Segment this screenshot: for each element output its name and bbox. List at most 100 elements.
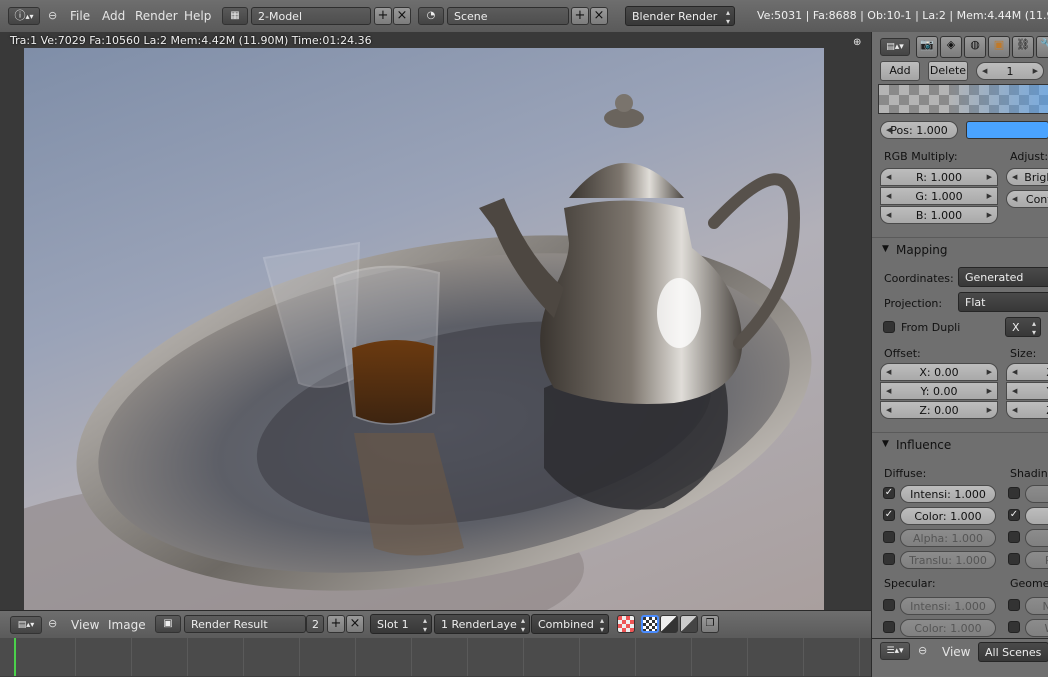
menu-help[interactable]: Help bbox=[184, 9, 211, 23]
diffuse-alpha-field[interactable]: Alpha: 1.000 bbox=[900, 529, 996, 547]
shading-ra-checkbox[interactable] bbox=[1008, 553, 1020, 565]
menu-add[interactable]: Add bbox=[102, 9, 125, 23]
menu-image[interactable]: Image bbox=[108, 618, 146, 632]
ramp-color-swatch[interactable] bbox=[966, 121, 1048, 139]
brightness-field[interactable]: ◀Bright bbox=[1006, 168, 1048, 186]
copy-image-icon[interactable]: ❐ bbox=[701, 615, 719, 633]
draw-alpha-icon[interactable] bbox=[641, 615, 659, 633]
diffuse-intensity-field[interactable]: Intensi: 1.000 bbox=[900, 485, 996, 503]
world-tab-icon[interactable]: ◍ bbox=[964, 36, 986, 58]
draw-zbuffer-icon[interactable] bbox=[660, 615, 678, 633]
coordinates-dropdown[interactable]: Generated bbox=[958, 267, 1048, 287]
geo-warp-field[interactable]: W bbox=[1025, 619, 1048, 637]
scene-field[interactable]: Scene bbox=[447, 7, 569, 25]
collapse-menu-icon[interactable]: ⊖ bbox=[48, 9, 57, 22]
adjust-label: Adjust: bbox=[1010, 150, 1048, 163]
from-dupli-checkbox[interactable] bbox=[883, 321, 895, 333]
object-tab-icon[interactable]: ▣ bbox=[988, 36, 1010, 58]
influence-section-header[interactable]: ▼ Influence bbox=[872, 432, 1048, 457]
spec-intensity-checkbox[interactable] bbox=[883, 599, 895, 611]
info-header: ⓘ▴▾ ⊖ File Add Render Help ▦ 2-Model + ×… bbox=[0, 0, 1048, 33]
decrement-arrow-icon[interactable]: ◀ bbox=[886, 122, 891, 139]
corner-widget-icon[interactable]: ⊕ bbox=[853, 37, 861, 48]
delete-screen-button[interactable]: × bbox=[393, 7, 411, 25]
increment-arrow-icon[interactable]: ▶ bbox=[1033, 63, 1038, 80]
size-x-field[interactable]: ◀X bbox=[1006, 363, 1048, 381]
menu-view[interactable]: View bbox=[942, 645, 970, 659]
spec-color-field[interactable]: Color: 1.000 bbox=[900, 619, 996, 637]
add-scene-button[interactable]: + bbox=[571, 7, 589, 25]
modifiers-tab-icon[interactable]: 🔧 bbox=[1036, 36, 1048, 58]
menu-view[interactable]: View bbox=[71, 618, 99, 632]
r-field[interactable]: ◀ R: 1.000 ▶ bbox=[880, 168, 998, 186]
offset-x-field[interactable]: ◀ X: 0.00 ▶ bbox=[880, 363, 998, 381]
unlink-image-button[interactable]: × bbox=[346, 615, 364, 633]
add-button[interactable]: Add bbox=[880, 61, 920, 81]
timeline-area[interactable] bbox=[0, 638, 871, 676]
slot-dropdown[interactable]: Slot 1 ▴ ▾ bbox=[370, 614, 432, 634]
shading-e-checkbox[interactable]: ✓ bbox=[1008, 509, 1020, 521]
editor-type-button[interactable]: ▤▴▾ bbox=[10, 616, 42, 634]
diffuse-intensity-checkbox[interactable]: ✓ bbox=[883, 487, 895, 499]
spec-color-checkbox[interactable] bbox=[883, 621, 895, 633]
new-image-button[interactable]: + bbox=[327, 615, 345, 633]
size-z-field[interactable]: ◀Z bbox=[1006, 401, 1048, 419]
render-tab-camera-icon[interactable]: 📷 bbox=[916, 36, 938, 58]
draw-rgb-icon[interactable] bbox=[680, 615, 698, 633]
menu-file[interactable]: File bbox=[70, 9, 90, 23]
projection-dropdown[interactable]: Flat bbox=[958, 292, 1048, 312]
expand-triangle-icon: ▼ bbox=[882, 439, 889, 449]
collapse-menu-icon[interactable]: ⊖ bbox=[918, 644, 927, 657]
axis-x-dropdown[interactable]: X ▴ ▾ bbox=[1005, 317, 1041, 337]
render-engine-dropdown[interactable]: Blender Render ▴ ▾ bbox=[625, 6, 735, 26]
diffuse-color-field[interactable]: Color: 1.000 bbox=[900, 507, 996, 525]
diffuse-color-checkbox[interactable]: ✓ bbox=[883, 509, 895, 521]
offset-y-field[interactable]: ◀ Y: 0.00 ▶ bbox=[880, 382, 998, 400]
add-screen-button[interactable]: + bbox=[374, 7, 392, 25]
geo-normal-field[interactable]: No bbox=[1025, 597, 1048, 615]
shading-ra-field[interactable]: Ra bbox=[1025, 551, 1048, 569]
shading-m-checkbox[interactable] bbox=[1008, 531, 1020, 543]
screen-layout-field[interactable]: 2-Model bbox=[251, 7, 371, 25]
delete-button[interactable]: Delete bbox=[928, 61, 968, 81]
size-y-field[interactable]: ◀Y bbox=[1006, 382, 1048, 400]
image-editor-area[interactable]: Tra:1 Ve:7029 Fa:10560 La:2 Mem:4.42M (1… bbox=[0, 32, 871, 610]
render-layer-dropdown[interactable]: 1 RenderLaye ▴ ▾ bbox=[434, 614, 530, 634]
diffuse-translu-checkbox[interactable] bbox=[883, 553, 895, 565]
mapping-section-header[interactable]: ▼ Mapping bbox=[872, 237, 1048, 262]
constraints-tab-icon[interactable]: ⛓ bbox=[1012, 36, 1034, 58]
geo-normal-checkbox[interactable] bbox=[1008, 599, 1020, 611]
shading-a-checkbox[interactable] bbox=[1008, 487, 1020, 499]
offset-z-field[interactable]: ◀ Z: 0.00 ▶ bbox=[880, 401, 998, 419]
scene-icon[interactable]: ◔ bbox=[418, 7, 444, 25]
screen-layout-icon[interactable]: ▦ bbox=[222, 7, 248, 25]
decrement-arrow-icon[interactable]: ◀ bbox=[982, 63, 987, 80]
display-mode-dropdown[interactable]: All Scenes bbox=[978, 642, 1048, 662]
b-field[interactable]: ◀ B: 1.000 ▶ bbox=[880, 206, 998, 224]
pos-field[interactable]: ◀ Pos: 1.000 bbox=[880, 121, 958, 139]
delete-scene-button[interactable]: × bbox=[590, 7, 608, 25]
color-ramp[interactable] bbox=[878, 84, 1048, 114]
menu-render[interactable]: Render bbox=[135, 9, 178, 23]
dropdown-arrows-icon: ▴ ▾ bbox=[1031, 319, 1036, 337]
contrast-field[interactable]: ◀Contr bbox=[1006, 190, 1048, 208]
editor-type-button[interactable]: ⓘ▴▾ bbox=[8, 7, 40, 25]
diffuse-alpha-checkbox[interactable] bbox=[883, 531, 895, 543]
render-pass-dropdown[interactable]: Combined ▴ ▾ bbox=[531, 614, 609, 634]
editor-type-button[interactable]: ☰▴▾ bbox=[880, 642, 910, 660]
shading-e-field[interactable]: E bbox=[1025, 507, 1048, 525]
shading-m-field[interactable]: M bbox=[1025, 529, 1048, 547]
draw-channels-icon[interactable] bbox=[617, 615, 635, 633]
g-field[interactable]: ◀ G: 1.000 ▶ bbox=[880, 187, 998, 205]
diffuse-translu-field[interactable]: Translu: 1.000 bbox=[900, 551, 996, 569]
shading-a-field[interactable]: A bbox=[1025, 485, 1048, 503]
image-name-field[interactable]: Render Result bbox=[184, 615, 306, 633]
frame-cursor[interactable] bbox=[14, 638, 16, 676]
editor-type-button[interactable]: ▤▴▾ bbox=[880, 38, 910, 56]
image-browse-icon[interactable]: ▣ bbox=[155, 615, 181, 633]
spec-intensity-field[interactable]: Intensi: 1.000 bbox=[900, 597, 996, 615]
color-stop-index[interactable]: ◀ 1 ▶ bbox=[976, 62, 1044, 80]
geo-warp-checkbox[interactable] bbox=[1008, 621, 1020, 633]
render-layers-tab-icon[interactable]: ◈ bbox=[940, 36, 962, 58]
collapse-menu-icon[interactable]: ⊖ bbox=[48, 617, 57, 630]
